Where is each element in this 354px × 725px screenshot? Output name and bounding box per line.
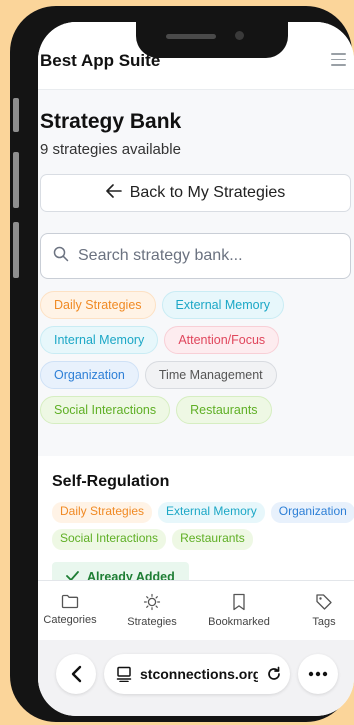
browser-back-button[interactable] (56, 654, 96, 694)
page-title: Strategy Bank (40, 110, 182, 133)
checkmark-icon (66, 570, 79, 580)
card-tag-restaurants: Restaurants (172, 529, 253, 550)
url-text: stconnections.org (140, 666, 258, 682)
card-tag-organization: Organization (270, 502, 354, 523)
tabs-icon (116, 666, 132, 682)
dynamic-island (136, 12, 288, 58)
bottom-tab-bar: Categories Strategies Bookmarked Tags (38, 580, 354, 640)
lightbulb-icon (143, 593, 161, 611)
filter-tag-internal-memory[interactable]: Internal Memory (40, 326, 159, 354)
filter-tag-time-management[interactable]: Time Management (144, 361, 277, 389)
filter-tags: Daily Strategies External Memory Interna… (40, 291, 354, 431)
card-tag-social-interactions: Social Interactions (52, 529, 167, 550)
filter-tag-restaurants[interactable]: Restaurants (176, 396, 272, 424)
strategy-count: 9 strategies available (40, 141, 181, 158)
already-added-label: Already Added (87, 570, 175, 580)
folder-icon (61, 594, 79, 609)
search-input[interactable] (78, 247, 328, 265)
tab-tags[interactable]: Tags (289, 593, 354, 628)
tab-bookmarked[interactable]: Bookmarked (204, 593, 274, 628)
already-added-badge: Already Added (52, 562, 189, 580)
tab-categories-label: Categories (43, 614, 97, 626)
card-tag-daily-strategies: Daily Strategies (52, 502, 153, 523)
camera-dot (235, 31, 244, 40)
tag-icon (316, 594, 332, 610)
tab-strategies-label: Strategies (127, 616, 177, 628)
phone-frame: Best App Suite Strategy Bank 9 strategie… (10, 6, 354, 722)
tab-strategies[interactable]: Strategies (117, 593, 187, 628)
strategy-card-title: Self-Regulation (52, 473, 170, 490)
tab-bookmarked-label: Bookmarked (208, 616, 270, 628)
strategy-card-tags: Daily Strategies External Memory Organiz… (52, 502, 354, 556)
browser-more-button[interactable] (298, 654, 338, 694)
back-button-label: Back to My Strategies (129, 184, 286, 201)
mute-switch (13, 98, 19, 132)
speaker-grill (166, 34, 216, 39)
filter-tag-social-interactions[interactable]: Social Interactions (40, 396, 171, 424)
app-brand[interactable]: Best App Suite (40, 51, 160, 71)
tab-categories[interactable]: Categories (38, 593, 105, 626)
back-to-strategies-button[interactable]: Back to My Strategies (40, 174, 351, 212)
address-bar[interactable]: stconnections.org (104, 654, 290, 694)
main-content: Strategy Bank 9 strategies available Bac… (38, 90, 354, 580)
hamburger-menu-icon[interactable] (331, 53, 346, 66)
filter-tag-organization[interactable]: Organization (40, 361, 139, 389)
search-box[interactable] (40, 233, 351, 279)
reload-icon (268, 666, 280, 680)
chevron-left-icon (71, 665, 82, 683)
browser-toolbar: stconnections.org (38, 640, 354, 716)
volume-up-button (13, 152, 19, 208)
search-icon (53, 246, 69, 267)
arrow-left-icon (105, 183, 122, 203)
bookmark-icon (233, 593, 245, 611)
filter-tag-daily-strategies[interactable]: Daily Strategies (40, 291, 156, 319)
card-tag-external-memory: External Memory (158, 502, 265, 523)
tab-tags-label: Tags (312, 616, 336, 628)
filter-tag-external-memory[interactable]: External Memory (161, 291, 285, 319)
more-icon (308, 671, 328, 677)
volume-down-button (13, 222, 19, 278)
strategy-card[interactable]: Self-Regulation Daily Strategies Externa… (38, 456, 354, 580)
filter-tag-attention-focus[interactable]: Attention/Focus (164, 326, 280, 354)
phone-screen: Best App Suite Strategy Bank 9 strategie… (38, 22, 354, 716)
